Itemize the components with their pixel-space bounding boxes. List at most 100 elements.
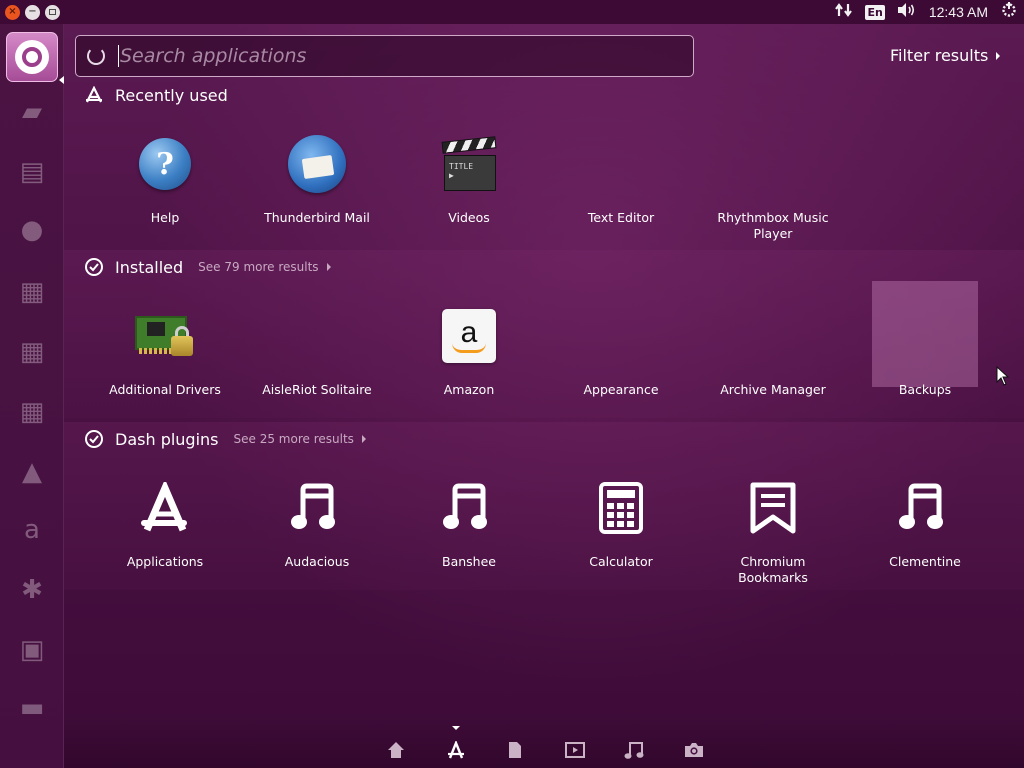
music-icon [624, 742, 644, 759]
search-spinner-icon [87, 47, 105, 65]
category-header: Dash plugins See 25 more results [85, 427, 366, 451]
applications-icon [447, 741, 464, 759]
launcher-writer-icon[interactable]: ▦ [8, 268, 56, 316]
launcher-settings-icon[interactable]: ✱ [8, 566, 56, 614]
category-header: Recently used [85, 83, 228, 107]
tile-label: Text Editor [587, 210, 655, 225]
see-more-results-link[interactable]: See 79 more results [198, 260, 331, 274]
home-icon [388, 742, 404, 758]
tile-label: Amazon [443, 382, 495, 397]
chevron-right-icon [361, 435, 366, 443]
thunderbird-icon [288, 135, 346, 193]
launcher-browser-icon[interactable]: ● [8, 206, 56, 254]
minimize-button[interactable]: − [25, 4, 40, 20]
top-panel: × − En 12:43 AM [0, 0, 1024, 24]
launcher-software-center-icon[interactable]: ▲ [8, 448, 56, 496]
lens-applications[interactable] [440, 726, 472, 764]
video-icon [564, 742, 585, 758]
see-more-results-link[interactable]: See 25 more results [234, 432, 366, 446]
network-arrows-icon [835, 3, 853, 17]
appearance-icon [589, 304, 653, 368]
tile-label: Help [150, 210, 180, 225]
calculator-icon [589, 476, 653, 540]
see-more-label: See 79 more results [198, 260, 319, 274]
applications-category-icon [85, 86, 103, 104]
search-box[interactable] [75, 35, 694, 77]
plugin-tile-calculator[interactable]: Calculator [551, 476, 691, 616]
rhythmbox-icon [741, 132, 805, 196]
lens-home[interactable] [380, 736, 412, 764]
solitaire-icon [285, 304, 349, 368]
sound-indicator[interactable] [897, 2, 917, 22]
launcher-files-icon[interactable]: ▰ [8, 88, 56, 136]
launcher-trash-icon[interactable]: ▬ [8, 684, 56, 732]
tile-label: AisleRiot Solitaire [262, 382, 372, 397]
indicator-area: En 12:43 AM [835, 0, 1018, 24]
tile-label: Videos [448, 210, 490, 225]
category-header: Installed See 79 more results [85, 255, 331, 279]
launcher: ▰ ▤ ● ▦ ▦ ▦ ▲ a ✱ ▣ ▬ [0, 24, 64, 768]
lens-files[interactable] [499, 736, 531, 764]
category-title: Recently used [115, 85, 228, 105]
music-note-icon [893, 476, 957, 540]
filter-results-button[interactable]: Filter results [890, 46, 1001, 65]
plugin-tile-chromium-bookmarks[interactable]: Chromium Bookmarks [703, 476, 843, 616]
applications-lens-icon [133, 476, 197, 540]
session-indicator[interactable] [1000, 1, 1018, 23]
lens-music[interactable] [618, 736, 650, 764]
tile-label: Banshee [442, 554, 496, 569]
tile-label: Thunderbird Mail [264, 210, 370, 225]
chevron-right-icon [326, 263, 331, 271]
plugin-tile-audacious[interactable]: Audacious [247, 476, 387, 616]
plugin-tile-banshee[interactable]: Banshee [399, 476, 539, 616]
tile-label: Appearance [583, 382, 659, 397]
text-cursor [118, 45, 119, 67]
keyboard-layout-indicator[interactable]: En [865, 4, 885, 20]
hover-highlight [872, 281, 978, 387]
plugin-tile-clementine[interactable]: Clementine [855, 476, 995, 616]
tile-label: Chromium Bookmarks [738, 554, 808, 585]
tile-label: Backups [898, 382, 952, 397]
checkmark-circle-icon [85, 258, 103, 276]
tile-label: Applications [126, 554, 204, 569]
lens-photos[interactable] [678, 736, 710, 764]
text-editor-icon [589, 132, 653, 196]
launcher-calc-icon[interactable]: ▦ [8, 328, 56, 376]
plugin-tile-applications[interactable]: Applications [95, 476, 235, 616]
music-note-icon [285, 476, 349, 540]
launcher-workspace-icon[interactable]: ▣ [8, 626, 56, 674]
category-title: Dash plugins [115, 429, 219, 449]
search-input[interactable] [120, 45, 660, 67]
bookmark-icon [741, 476, 805, 540]
category-title: Installed [115, 257, 184, 277]
network-indicator[interactable] [835, 2, 853, 22]
close-button[interactable]: × [5, 4, 20, 20]
minimize-icon: − [28, 6, 37, 17]
close-icon: × [8, 6, 17, 17]
launcher-impress-icon[interactable]: ▦ [8, 388, 56, 436]
lens-bar [380, 726, 710, 764]
gear-power-icon [1002, 2, 1016, 17]
ubuntu-logo-icon [15, 40, 49, 74]
window-controls: × − [5, 4, 60, 20]
see-more-label: See 25 more results [233, 432, 354, 446]
camera-icon [684, 743, 703, 757]
help-icon: ? [139, 138, 191, 190]
checkmark-circle-icon [85, 430, 103, 448]
clock[interactable]: 12:43 AM [929, 4, 988, 20]
chevron-right-icon [996, 51, 1001, 60]
launcher-drawer-icon[interactable]: ▤ [8, 148, 56, 196]
tile-label: Rhythmbox Music Player [717, 210, 829, 241]
maximize-button[interactable] [45, 4, 60, 20]
tile-label: Clementine [889, 554, 961, 569]
filter-results-label: Filter results [890, 46, 989, 65]
active-lens-marker [451, 726, 460, 730]
dash-home-button[interactable] [6, 32, 58, 82]
file-icon [509, 742, 522, 758]
maximize-icon [49, 9, 56, 15]
tile-label: Audacious [284, 554, 350, 569]
additional-drivers-icon [135, 308, 195, 364]
lens-video[interactable] [559, 736, 591, 764]
launcher-amazon-icon[interactable]: a [8, 506, 56, 554]
tile-label: Additional Drivers [109, 382, 221, 397]
